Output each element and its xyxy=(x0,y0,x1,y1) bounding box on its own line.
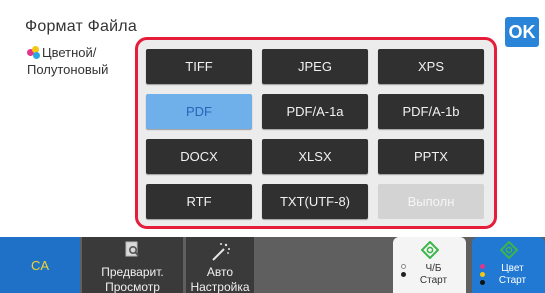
format-button-txt-utf8[interactable]: TXT(UTF-8) xyxy=(262,184,368,219)
bw-start-label-line2: Старт xyxy=(419,275,448,286)
format-button-xps[interactable]: XPS xyxy=(378,49,484,84)
color-mode-icon xyxy=(27,45,41,60)
format-button-pdf-a-1a[interactable]: PDF/A-1a xyxy=(262,94,368,129)
auto-label-line1: Авто xyxy=(206,265,234,279)
preview-label-line1: Предварит. xyxy=(101,265,164,279)
diamond-start-icon xyxy=(420,240,439,262)
clear-all-button[interactable]: CA xyxy=(0,237,80,293)
format-button-pdf-a-1b[interactable]: PDF/A-1b xyxy=(378,94,484,129)
format-button-rtf[interactable]: RTF xyxy=(146,184,252,219)
file-format-screen: Формат Файла OK Цветной/ Полутоновый TIF… xyxy=(0,0,545,293)
ok-button[interactable]: OK xyxy=(505,17,539,47)
format-button-docx[interactable]: DOCX xyxy=(146,139,252,174)
format-button-jpeg[interactable]: JPEG xyxy=(262,49,368,84)
auto-setting-button[interactable]: Авто Настройка xyxy=(186,237,254,293)
preview-button[interactable]: Предварит. Просмотр xyxy=(82,237,183,293)
color-start-label-line1: Цвет xyxy=(501,263,524,274)
diamond-start-icon xyxy=(499,240,518,262)
bottom-action-bar: CA Предварит. Просмотр Авто Настройка Ч/… xyxy=(0,237,545,293)
format-button-xlsx[interactable]: XLSX xyxy=(262,139,368,174)
color-start-label-line2: Старт xyxy=(498,275,527,286)
color-mode-indicator: Цветной/ Полутоновый xyxy=(27,44,108,78)
format-selection-panel: TIFF JPEG XPS PDF PDF/A-1a PDF/A-1b DOCX… xyxy=(135,37,497,229)
format-button-execute: Выполн xyxy=(378,184,484,219)
color-start-button[interactable]: Цвет Старт xyxy=(472,237,545,293)
format-button-pptx[interactable]: PPTX xyxy=(378,139,484,174)
magnifier-page-icon xyxy=(125,241,141,263)
bw-start-label-line1: Ч/Б xyxy=(425,263,442,274)
page-title: Формат Файла xyxy=(25,18,137,35)
format-button-tiff[interactable]: TIFF xyxy=(146,49,252,84)
auto-label-line2: Настройка xyxy=(190,280,250,293)
color-mode-label-line2: Полутоновый xyxy=(27,62,109,77)
color-mode-label-line1: Цветной/ xyxy=(42,45,97,60)
format-button-pdf[interactable]: PDF xyxy=(146,94,252,129)
preview-label-line2: Просмотр xyxy=(105,280,160,293)
magic-wand-icon xyxy=(209,241,231,267)
bw-start-button[interactable]: Ч/Б Старт xyxy=(393,237,466,293)
